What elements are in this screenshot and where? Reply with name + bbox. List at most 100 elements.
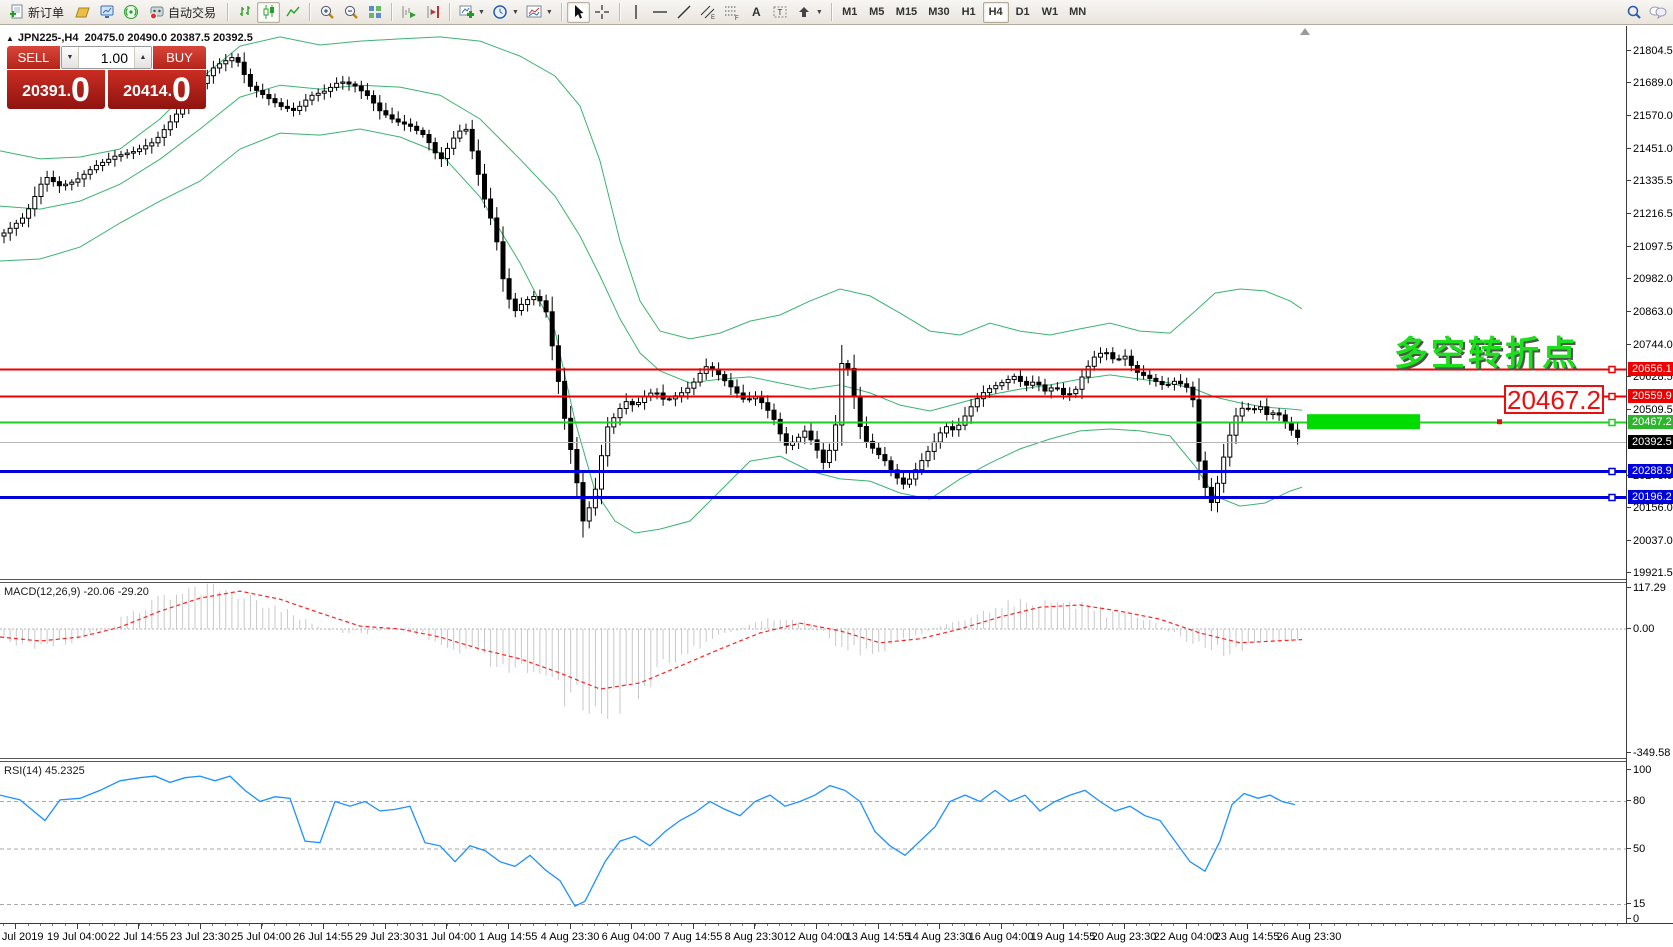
trendline-button[interactable]	[673, 2, 696, 23]
timeframe-M15[interactable]: M15	[891, 2, 922, 23]
periods-button[interactable]: ▼	[489, 2, 522, 23]
templates-button[interactable]: ▼	[523, 2, 556, 23]
chat-button[interactable]	[1646, 2, 1670, 23]
price-scale[interactable]: 21804.521689.021570.021451.021335.521216…	[1626, 26, 1673, 923]
profiles-icon	[75, 4, 91, 20]
volume-decrease-button[interactable]: ▼	[62, 47, 79, 68]
time-minor-tick	[730, 924, 731, 926]
time-minor-tick	[964, 924, 965, 926]
turning-point-annotation[interactable]: 多空转折点	[1394, 326, 1579, 375]
bar-chart-button[interactable]	[233, 2, 256, 23]
timeframe-MN[interactable]: MN	[1064, 2, 1091, 23]
chart-shift-button[interactable]	[421, 2, 444, 23]
scale-tick: 117.29	[1627, 581, 1673, 595]
time-major-tick	[200, 924, 201, 929]
time-minor-tick	[644, 924, 645, 926]
templates-icon	[526, 4, 542, 20]
buy-price-button[interactable]: 20414.0	[108, 70, 206, 109]
text-button[interactable]: A	[745, 2, 768, 23]
volume-increase-button[interactable]: ▲	[134, 47, 151, 68]
sell-button[interactable]: SELL	[7, 46, 60, 69]
crosshair-button[interactable]	[591, 2, 614, 23]
time-minor-tick	[1026, 924, 1027, 926]
time-minor-tick	[533, 924, 534, 926]
chart-shift-marker-icon[interactable]	[1300, 28, 1310, 35]
arrows-button[interactable]: ▼	[793, 2, 826, 23]
text-label-button[interactable]: T	[769, 2, 792, 23]
time-minor-tick	[755, 924, 756, 926]
new-chart-button[interactable]: ▼	[455, 2, 488, 23]
time-minor-tick	[1223, 924, 1224, 926]
timeframe-M1[interactable]: M1	[837, 2, 863, 23]
timeframe-H4[interactable]: H4	[983, 2, 1009, 23]
line-end-marker[interactable]	[1609, 495, 1615, 501]
vertical-line-button[interactable]	[625, 2, 648, 23]
line-end-marker[interactable]	[1609, 469, 1615, 475]
new-order-button[interactable]: 新订单	[3, 2, 70, 23]
scale-tick: 20037.0	[1627, 534, 1673, 548]
time-minor-tick	[1420, 924, 1421, 926]
volume-input[interactable]	[79, 47, 134, 68]
buy-button[interactable]: BUY	[153, 46, 206, 69]
dropdown-caret-icon: ▼	[512, 9, 519, 16]
volume-spinner: ▼ ▲	[61, 46, 152, 69]
time-minor-tick	[841, 924, 842, 926]
macd-indicator-pane[interactable]	[0, 583, 1626, 758]
time-axis[interactable]: 17 Jul 201919 Jul 04:0022 Jul 14:5523 Ju…	[0, 923, 1673, 947]
search-button[interactable]	[1622, 2, 1645, 23]
autotrading-button[interactable]: 自动交易	[143, 2, 222, 23]
time-axis-label: 19 Aug 14:55	[1031, 931, 1096, 943]
time-minor-tick	[1013, 924, 1014, 926]
time-minor-tick	[52, 924, 53, 926]
line-chart-button[interactable]	[281, 2, 304, 23]
zoom-in-button[interactable]	[315, 2, 338, 23]
candlestick-chart-button[interactable]	[257, 2, 280, 23]
rsi-indicator-pane[interactable]	[0, 762, 1626, 923]
equidistant-channel-button[interactable]: E	[697, 2, 720, 23]
time-major-tick	[570, 924, 571, 929]
price-level-label: 20288.9	[1628, 464, 1673, 478]
timeframe-M30[interactable]: M30	[923, 2, 954, 23]
dropdown-caret-icon: ▼	[546, 9, 553, 16]
profiles-button[interactable]	[71, 2, 94, 23]
chart-window: 21804.521689.021570.021451.021335.521216…	[0, 26, 1673, 947]
time-axis-label: 25 Jul 04:00	[231, 931, 291, 943]
sell-price-button[interactable]: 20391.0	[7, 70, 105, 109]
time-minor-tick	[1297, 924, 1298, 926]
price-callout-label[interactable]: 20467.2	[1504, 385, 1604, 414]
tile-windows-button[interactable]	[363, 2, 386, 23]
line-end-marker[interactable]	[1609, 394, 1615, 400]
time-minor-tick	[927, 924, 928, 926]
one-click-collapse-icon[interactable]: ▲	[6, 34, 14, 43]
timeframe-W1[interactable]: W1	[1037, 2, 1064, 23]
market-watch-button[interactable]	[95, 2, 118, 23]
candlestick-chart-icon	[261, 4, 277, 20]
macd-values: -20.06 -29.20	[83, 586, 148, 598]
line-end-marker[interactable]	[1609, 367, 1615, 373]
signals-button[interactable]	[119, 2, 142, 23]
line-end-marker[interactable]	[1609, 420, 1615, 426]
sell-price-pips: 0	[71, 73, 90, 107]
time-minor-tick	[976, 924, 977, 926]
chat-icon	[1649, 4, 1667, 20]
svg-text:E: E	[711, 15, 715, 20]
auto-scroll-button[interactable]	[397, 2, 420, 23]
time-minor-tick	[114, 924, 115, 926]
time-axis-label: 14 Aug 23:30	[907, 931, 972, 943]
equidistant-channel-icon: E	[700, 4, 716, 20]
main-chart-area[interactable]	[0, 26, 1626, 579]
scale-tick: 21689.0	[1627, 76, 1673, 90]
time-minor-tick	[175, 924, 176, 926]
timeframe-M5[interactable]: M5	[864, 2, 890, 23]
zoom-out-button[interactable]	[339, 2, 362, 23]
highlight-rectangle[interactable]	[1307, 414, 1420, 429]
fibonacci-button[interactable]: F	[721, 2, 744, 23]
cursor-button[interactable]	[567, 2, 590, 23]
time-axis-label: 23 Aug 14:55	[1215, 931, 1280, 943]
timeframe-H1[interactable]: H1	[956, 2, 982, 23]
timeframe-D1[interactable]: D1	[1010, 2, 1036, 23]
time-minor-tick	[1518, 924, 1519, 926]
time-minor-tick	[1457, 924, 1458, 926]
horizontal-line-button[interactable]	[649, 2, 672, 23]
new-order-label: 新订单	[28, 4, 64, 21]
